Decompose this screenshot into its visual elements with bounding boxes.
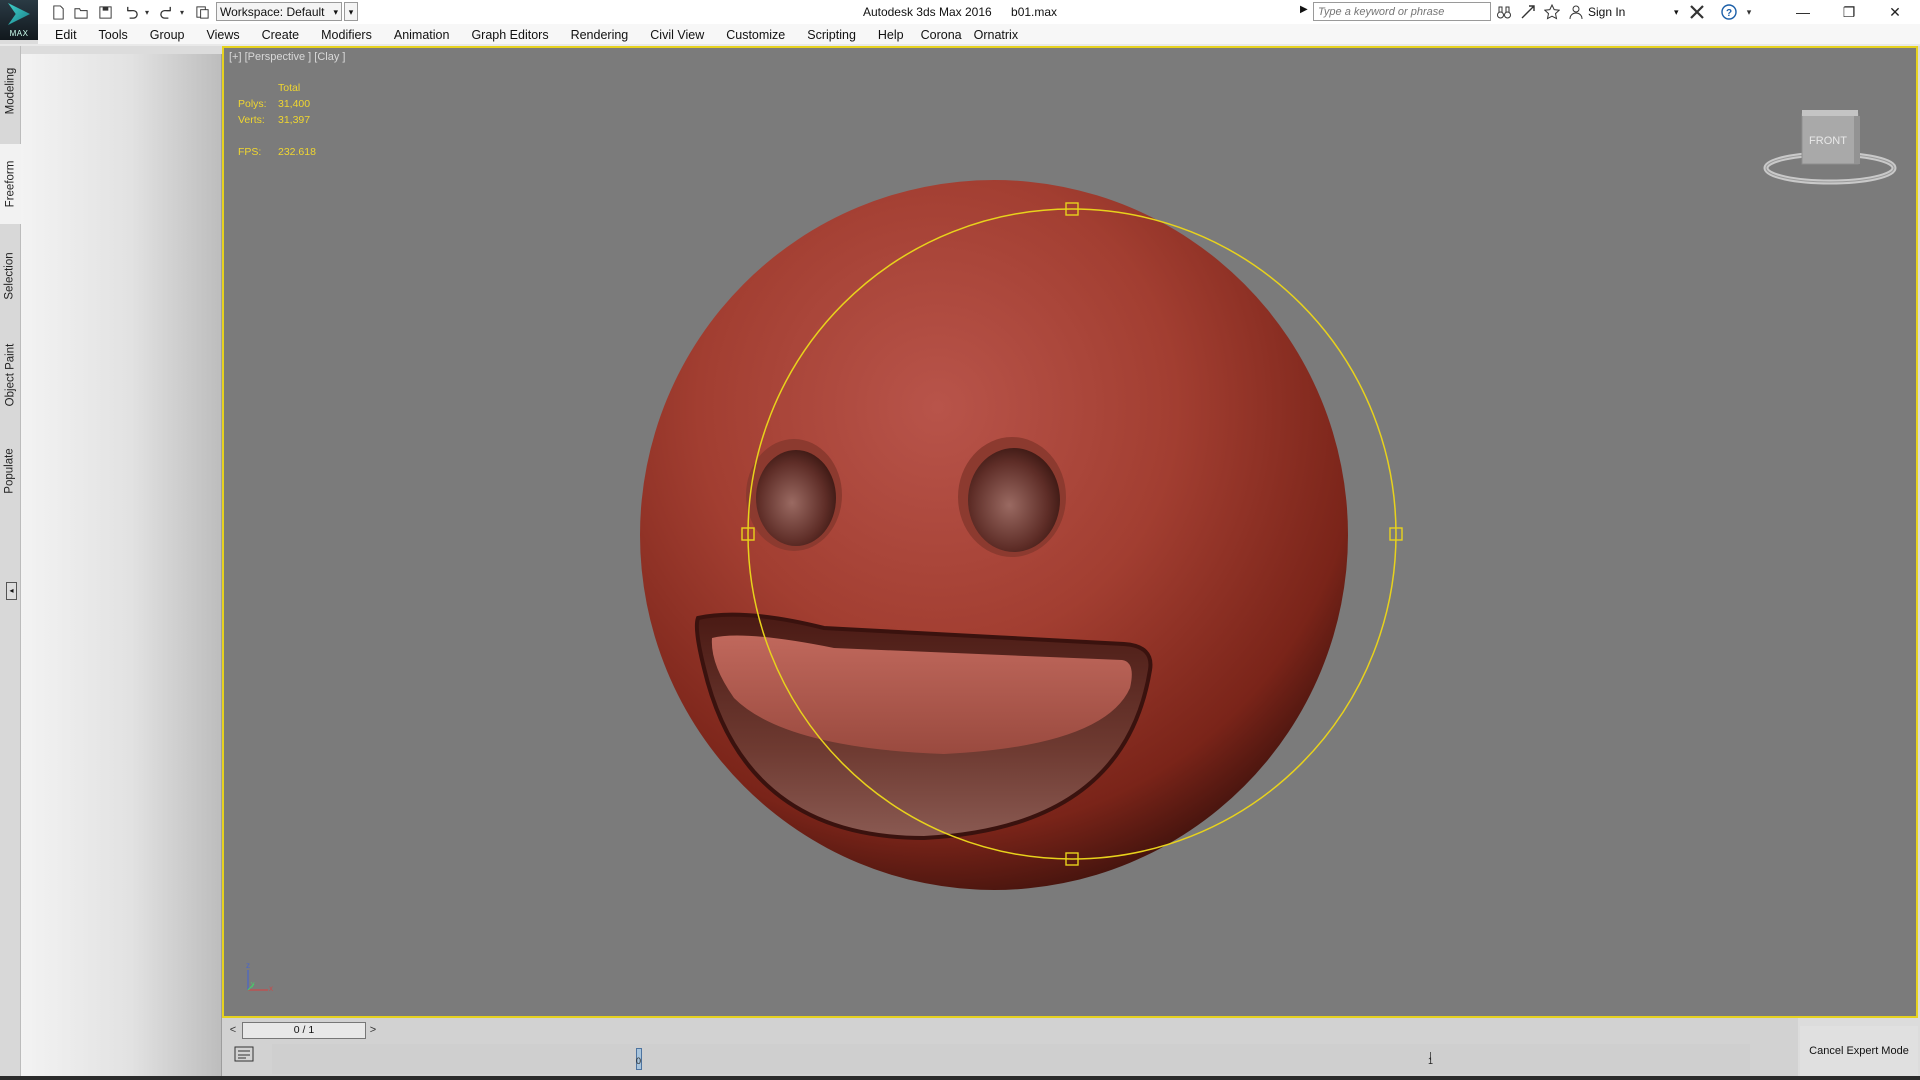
exchange-icon[interactable] [1519, 3, 1537, 21]
polys-label: Polys: [238, 98, 267, 110]
fps-value: 232.618 [278, 146, 316, 158]
user-icon[interactable] [1567, 3, 1585, 21]
menu-create[interactable]: Create [251, 24, 311, 46]
polys-value: 31,400 [278, 98, 311, 110]
ribbon-collapse-icon[interactable]: ◂ [6, 582, 17, 600]
workspace-dropdown[interactable]: Workspace: Default ▾ [216, 2, 342, 21]
prev-frame-button[interactable]: < [226, 1022, 240, 1038]
chevron-down-icon: ▾ [333, 7, 338, 17]
next-frame-button[interactable]: > [366, 1022, 380, 1038]
search-expand-icon[interactable]: ▶ [1300, 4, 1308, 15]
menu-ornatrix[interactable]: Ornatrix [968, 24, 1024, 46]
tab-modeling[interactable]: Modeling [0, 56, 20, 126]
menu-animation[interactable]: Animation [383, 24, 461, 46]
workspace-label: Workspace: Default [220, 5, 325, 19]
verts-label: Verts: [238, 114, 265, 126]
sign-in-link[interactable]: Sign In [1588, 0, 1625, 24]
menu-civil-view[interactable]: Civil View [639, 24, 715, 46]
tab-freeform[interactable]: Freeform [0, 144, 21, 224]
curve-editor-icon[interactable] [234, 1046, 254, 1062]
track-start-label: 0 [636, 1056, 642, 1066]
axis-y-label: y [251, 981, 255, 988]
title-bar: MAX ▾ ▾ Workspace: Default ▾ ▾ Autodesk … [0, 0, 1920, 40]
help-icon[interactable]: ? [1720, 3, 1738, 21]
new-file-icon[interactable] [47, 2, 69, 22]
workspace-menu-icon[interactable]: ▾ [344, 2, 358, 21]
cancel-expert-mode-button[interactable]: Cancel Expert Mode [1800, 1026, 1918, 1076]
menu-views[interactable]: Views [195, 24, 250, 46]
tab-selection-label: Selection [4, 252, 16, 300]
bottom-strip [0, 1076, 1920, 1080]
menu-corona[interactable]: Corona [915, 24, 968, 46]
menu-tools[interactable]: Tools [88, 24, 139, 46]
stats-header: Total [278, 82, 301, 94]
viewport-label[interactable]: [+] [Perspective ] [Clay ] [229, 51, 345, 63]
menu-customize[interactable]: Customize [715, 24, 796, 46]
close-icon[interactable]: ✕ [1872, 0, 1918, 24]
viewcube-label: FRONT [1809, 135, 1847, 147]
ribbon-panel [21, 54, 222, 1080]
autodesk-x-icon[interactable] [1688, 3, 1706, 21]
save-icon[interactable] [94, 2, 116, 22]
menu-scripting[interactable]: Scripting [796, 24, 867, 46]
tab-object-paint[interactable]: Object Paint [0, 330, 20, 420]
app-title: Autodesk 3ds Max 2016 [862, 5, 992, 19]
axis-z-label: z [246, 961, 250, 970]
restore-icon[interactable]: ❐ [1826, 0, 1872, 24]
menu-bar: Edit Tools Group Views Create Modifiers … [38, 24, 1920, 46]
right-eye [968, 448, 1060, 552]
frame-display[interactable]: 0 / 1 [242, 1022, 366, 1039]
app-logo-icon[interactable]: MAX [0, 0, 38, 40]
verts-value: 31,397 [278, 114, 311, 126]
ribbon-tab-strip: Modeling Freeform Selection Object Paint… [0, 46, 21, 1080]
time-slider[interactable]: < 0 / 1 > [226, 1022, 380, 1039]
undo-dropdown-icon[interactable]: ▾ [142, 2, 152, 22]
tab-populate-label: Populate [4, 448, 16, 494]
left-eye [756, 450, 836, 546]
svg-text:?: ? [1726, 8, 1732, 19]
axis-x-label: x [269, 984, 273, 993]
undo-icon[interactable] [120, 2, 142, 22]
menu-edit[interactable]: Edit [38, 24, 88, 46]
help-dropdown-icon[interactable]: ▾ [1740, 3, 1758, 21]
file-name: b01.max [1011, 5, 1058, 19]
menu-help[interactable]: Help [867, 24, 915, 46]
tab-freeform-label: Freeform [4, 160, 16, 208]
fps-label: FPS: [238, 146, 262, 158]
time-bar: < 0 / 1 > 0 1 [222, 1018, 1798, 1080]
star-icon[interactable] [1543, 3, 1561, 21]
tab-modeling-label: Modeling [4, 67, 17, 115]
redo-icon[interactable] [155, 2, 177, 22]
binoculars-icon[interactable] [1495, 3, 1513, 21]
app-logo-text: MAX [9, 29, 29, 38]
axis-tripod: z y x [246, 961, 273, 993]
redo-dropdown-icon[interactable]: ▾ [177, 2, 187, 22]
chevron-down-icon[interactable]: ▾ [1674, 0, 1679, 24]
menu-rendering[interactable]: Rendering [560, 24, 640, 46]
viewport-statistics: Total Polys: 31,400 Verts: 31,397 FPS: 232.… [238, 80, 316, 160]
track-end-label: 1 [1428, 1056, 1434, 1066]
open-file-icon[interactable] [70, 2, 92, 22]
tab-object-paint-label: Object Paint [4, 343, 16, 407]
tab-selection[interactable]: Selection [0, 242, 20, 310]
viewport-scene [640, 180, 1403, 890]
project-icon[interactable] [191, 2, 213, 22]
track-bar[interactable]: 0 1 [272, 1044, 1750, 1074]
viewcube[interactable]: FRONT [1760, 106, 1900, 196]
search-input[interactable] [1313, 2, 1491, 21]
menu-graph-editors[interactable]: Graph Editors [460, 24, 559, 46]
menu-group[interactable]: Group [139, 24, 196, 46]
menu-modifiers[interactable]: Modifiers [310, 24, 383, 46]
minimize-icon[interactable]: — [1780, 0, 1826, 24]
perspective-viewport[interactable]: [+] [Perspective ] [Clay ] Total Polys: 3… [222, 46, 1918, 1018]
tab-populate[interactable]: Populate [0, 436, 20, 506]
